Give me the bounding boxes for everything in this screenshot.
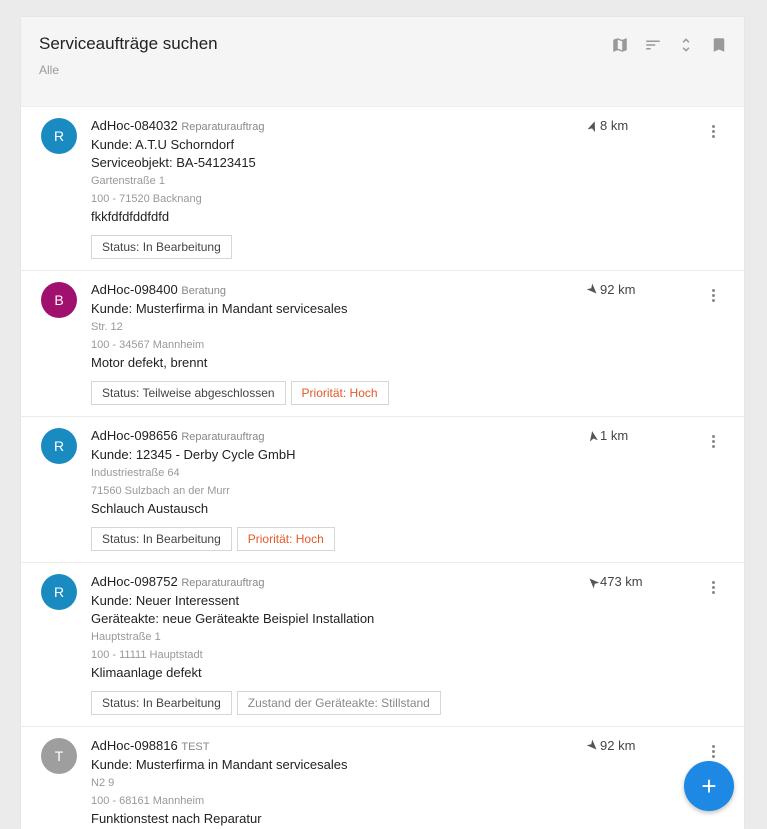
order-id: AdHoc-098752 xyxy=(91,574,178,589)
order-heading: AdHoc-098400 Beratung xyxy=(91,281,389,300)
order-street: Industriestraße 64 xyxy=(91,467,180,479)
distance: 92 km xyxy=(586,738,636,753)
order-customer: Kunde: Musterfirma in Mandant servicesal… xyxy=(91,757,348,772)
distance-value: 1 km xyxy=(600,428,629,443)
bookmark-icon[interactable] xyxy=(710,36,728,54)
order-id: AdHoc-098816 xyxy=(91,738,178,753)
order-content: AdHoc-098400 Beratung Kunde: Musterfirma … xyxy=(91,281,389,405)
navigation-arrow-icon xyxy=(586,739,597,750)
sort-icon[interactable] xyxy=(644,36,662,54)
distance: 92 km xyxy=(586,282,636,297)
filter-subtitle[interactable]: Alle xyxy=(39,63,59,77)
navigation-arrow-icon xyxy=(586,283,597,294)
distance-value: 8 km xyxy=(600,118,629,133)
order-content: AdHoc-098752 Reparaturauftrag Kunde: Neue… xyxy=(91,573,441,715)
status-chip: Status: Teilweise abgeschlossen xyxy=(91,381,286,405)
order-city: 71560 Sulzbach an der Murr xyxy=(91,485,230,497)
order-type: Beratung xyxy=(181,285,227,297)
avatar: T xyxy=(41,738,77,774)
order-street: Str. 12 xyxy=(91,321,123,333)
avatar: R xyxy=(41,428,77,464)
page-title: Serviceaufträge suchen xyxy=(39,34,218,53)
status-chip: Status: In Bearbeitung xyxy=(91,691,232,715)
navigation-arrow-icon xyxy=(587,120,596,132)
status-chip: Priorität: Hoch xyxy=(290,381,389,405)
order-type: Reparaturauftrag xyxy=(181,121,265,133)
status-chip: Status: In Bearbeitung xyxy=(91,527,232,551)
order-description: Motor defekt, brennt xyxy=(91,355,208,370)
order-description: Funktionstest nach Reparatur xyxy=(91,811,262,826)
order-heading: AdHoc-098816 TEST xyxy=(91,737,348,756)
order-id: AdHoc-084032 xyxy=(91,118,178,133)
more-options-icon[interactable] xyxy=(703,285,723,305)
order-list: R AdHoc-084032 Reparaturauftrag Kunde: A.T… xyxy=(21,107,744,829)
more-options-icon[interactable] xyxy=(703,577,723,597)
order-type: Reparaturauftrag xyxy=(181,577,265,589)
order-customer: Kunde: A.T.U Schorndorf xyxy=(91,137,235,152)
order-description: Klimaanlage defekt xyxy=(91,665,202,680)
panel-header: Serviceaufträge suchen Alle xyxy=(21,17,744,107)
chip-row: Status: Teilweise abgeschlossen Priorität… xyxy=(91,381,389,405)
order-type: Reparaturauftrag xyxy=(181,431,265,443)
order-item[interactable]: B AdHoc-098400 Beratung Kunde: Musterfirma… xyxy=(21,271,744,417)
toolbar xyxy=(611,36,728,54)
distance: 473 km xyxy=(588,574,643,589)
distance-value: 92 km xyxy=(600,738,636,753)
order-object: Geräteakte: neue Geräteakte Beispiel Ins… xyxy=(91,611,375,626)
order-city: 100 - 68161 Mannheim xyxy=(91,795,205,807)
order-object: Serviceobjekt: BA-54123415 xyxy=(91,155,256,170)
chip-row: Status: In Bearbeitung Zustand der Geräte… xyxy=(91,691,441,715)
order-customer: Kunde: 12345 - Derby Cycle GmbH xyxy=(91,447,296,462)
distance: 1 km xyxy=(588,428,628,443)
distance: 8 km xyxy=(587,118,629,133)
order-item[interactable]: T AdHoc-098816 TEST Kunde: Musterfirma in … xyxy=(21,727,744,829)
order-description: fkkfdfdfddfdfd xyxy=(91,209,170,224)
order-customer: Kunde: Musterfirma in Mandant servicesal… xyxy=(91,301,348,316)
expand-icon[interactable] xyxy=(677,36,695,54)
order-heading: AdHoc-098656 Reparaturauftrag xyxy=(91,427,335,446)
avatar: R xyxy=(41,574,77,610)
chip-row: Status: In Bearbeitung xyxy=(91,235,265,259)
order-heading: AdHoc-098752 Reparaturauftrag xyxy=(91,573,441,592)
order-description: Schlauch Austausch xyxy=(91,501,209,516)
distance-value: 92 km xyxy=(600,282,636,297)
order-content: AdHoc-098656 Reparaturauftrag Kunde: 1234… xyxy=(91,427,335,551)
order-item[interactable]: R AdHoc-098656 Reparaturauftrag Kunde: 123… xyxy=(21,417,744,563)
order-id: AdHoc-098400 xyxy=(91,282,178,297)
order-id: AdHoc-098656 xyxy=(91,428,178,443)
distance-value: 473 km xyxy=(600,574,643,589)
add-order-button[interactable]: + xyxy=(684,761,734,811)
avatar: B xyxy=(41,282,77,318)
order-heading: AdHoc-084032 Reparaturauftrag xyxy=(91,117,265,136)
order-content: AdHoc-084032 Reparaturauftrag Kunde: A.T.… xyxy=(91,117,265,259)
order-type: TEST xyxy=(181,741,210,753)
order-street: Gartenstraße 1 xyxy=(91,175,165,187)
order-street: Hauptstraße 1 xyxy=(91,631,161,643)
avatar: R xyxy=(41,118,77,154)
status-chip: Priorität: Hoch xyxy=(236,527,335,551)
map-icon[interactable] xyxy=(611,36,629,54)
more-options-icon[interactable] xyxy=(703,741,723,761)
order-content: AdHoc-098816 TEST Kunde: Musterfirma in M… xyxy=(91,737,348,828)
status-chip: Status: In Bearbeitung xyxy=(91,235,232,259)
more-options-icon[interactable] xyxy=(703,431,723,451)
navigation-arrow-icon xyxy=(589,430,598,442)
search-panel: Serviceaufträge suchen Alle R AdHoc-08403… xyxy=(21,17,744,829)
order-customer: Kunde: Neuer Interessent xyxy=(91,593,240,608)
order-item[interactable]: R AdHoc-084032 Reparaturauftrag Kunde: A.T… xyxy=(21,107,744,271)
status-chip: Zustand der Geräteakte: Stillstand xyxy=(236,691,441,715)
order-city: 100 - 71520 Backnang xyxy=(91,193,202,205)
order-item[interactable]: R AdHoc-098752 Reparaturauftrag Kunde: Neu… xyxy=(21,563,744,727)
order-city: 100 - 11111 Hauptstadt xyxy=(91,649,203,661)
order-city: 100 - 34567 Mannheim xyxy=(91,339,205,351)
more-options-icon[interactable] xyxy=(703,121,723,141)
navigation-arrow-icon xyxy=(589,577,600,588)
order-street: N2 9 xyxy=(91,777,115,789)
chip-row: Status: In Bearbeitung Priorität: Hoch xyxy=(91,527,335,551)
